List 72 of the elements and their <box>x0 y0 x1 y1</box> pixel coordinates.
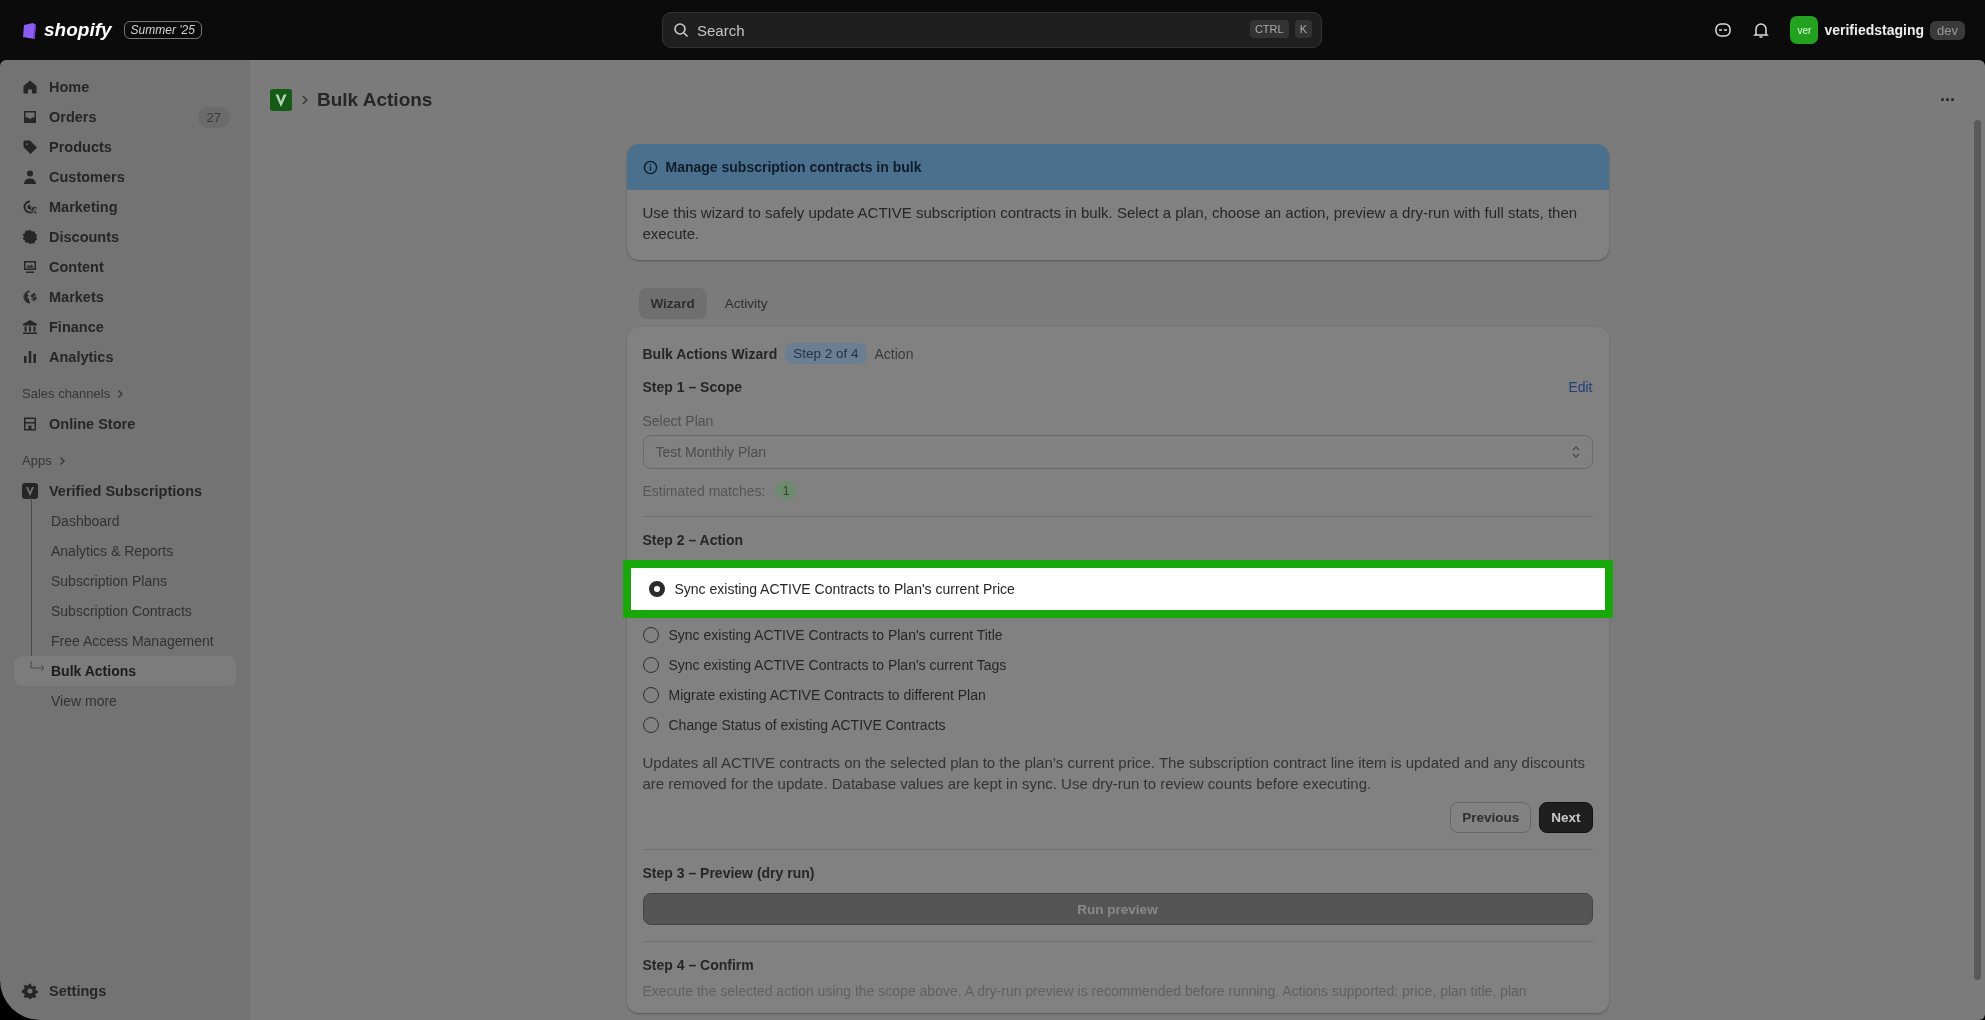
highlighted-option[interactable]: Sync existing ACTIVE Contracts to Plan's current Price <box>622 560 1613 618</box>
step-heading: Step 1 – Scope <box>642 379 743 395</box>
sidebar-subitem[interactable]: Analytics & Reports <box>14 536 236 566</box>
globe-icon <box>22 289 38 305</box>
card-title: Bulk Actions Wizard <box>642 345 778 362</box>
sidebar-item[interactable]: Markets <box>14 282 238 312</box>
previous-button[interactable]: Previous <box>1450 802 1532 833</box>
matches-count: 1 <box>775 481 797 500</box>
sidebar-subitem[interactable]: Subscription Contracts <box>14 596 236 626</box>
home-icon <box>22 79 38 95</box>
step-heading: Step 4 – Confirm <box>642 957 755 973</box>
sidebar-item[interactable]: Products <box>14 132 238 162</box>
step-name: Action <box>874 345 914 362</box>
sidebar-item[interactable]: Discounts <box>14 222 238 252</box>
store-icon <box>22 416 38 432</box>
sidebar-subitem[interactable]: View more <box>14 686 236 716</box>
tag-icon <box>22 139 38 155</box>
store-badge: dev <box>1930 20 1965 40</box>
chevron-icon <box>116 388 125 399</box>
section-heading[interactable]: Apps <box>22 453 52 468</box>
assistant-icon[interactable] <box>1714 21 1733 39</box>
more-actions-button[interactable]: ··· <box>1940 89 1955 111</box>
sidebar-item[interactable]: Analytics <box>14 342 238 372</box>
store-name[interactable]: verifiedstaging <box>1824 22 1925 38</box>
app-logo-icon <box>22 483 38 499</box>
banner-text: Use this wizard to safely update ACTIVE subscription contracts in bulk. Select a plan, choose an action, preview a dry-run with full stats, then execute. <box>641 203 1579 244</box>
store-avatar[interactable]: ver <box>1790 16 1819 44</box>
bars-icon <box>22 349 38 365</box>
step-heading: Step 2 – Action <box>642 532 745 548</box>
banner-title: Manage subscription contracts in bulk <box>665 159 922 175</box>
inbox-icon <box>22 109 38 125</box>
scrollbar[interactable] <box>1974 120 1981 980</box>
sidebar-item[interactable]: Finance <box>14 312 238 342</box>
radio-option[interactable]: Sync existing ACTIVE Contracts to Plan's current Title <box>642 620 1593 650</box>
section-heading[interactable]: Sales channels <box>22 386 111 401</box>
next-button[interactable]: Next <box>1539 802 1593 833</box>
image-icon <box>22 259 38 275</box>
shortcut-key: CTRL <box>1249 20 1289 38</box>
sidebar-item[interactable]: Marketing <box>14 192 238 222</box>
bank-icon <box>22 319 38 335</box>
sidebar-subitem[interactable]: Dashboard <box>14 506 236 536</box>
logo-text: shopify <box>44 19 112 41</box>
sidebar-item[interactable]: Online Store <box>14 409 238 439</box>
page-title: Bulk Actions <box>317 89 433 111</box>
radio-option[interactable]: Migrate existing ACTIVE Contracts to different Plan <box>642 680 1593 710</box>
chevron-icon <box>300 94 309 106</box>
tab[interactable]: Wizard <box>638 288 707 319</box>
info-icon <box>642 159 658 175</box>
sidebar-item[interactable]: Content <box>14 252 238 282</box>
sidebar-item[interactable]: Customers <box>14 162 238 192</box>
sidebar-item[interactable]: Home <box>14 72 238 102</box>
edit-link[interactable]: Edit <box>1568 379 1593 395</box>
person-icon <box>22 169 38 185</box>
radio-option[interactable]: Change Status of existing ACTIVE Contracts <box>642 710 1593 740</box>
tab[interactable]: Activity <box>712 288 780 319</box>
bell-icon[interactable] <box>1752 21 1771 39</box>
discount-icon <box>22 229 38 245</box>
app-logo-icon <box>270 89 292 111</box>
settings-icon <box>22 983 38 999</box>
search-icon <box>673 22 689 38</box>
chevron-icon <box>57 455 66 466</box>
step-heading: Step 3 – Preview (dry run) <box>642 865 816 881</box>
action-description: Updates all ACTIVE contracts on the selected plan to the plan’s current price. The subscription contract line item is updated and any discounts are removed for the update. Database values are kept in sync. Use dry-run to review counts before executing. <box>642 753 1586 794</box>
radio-button[interactable] <box>648 581 665 597</box>
sidebar-item[interactable]: Settings <box>14 976 238 1006</box>
sidebar-subitem[interactable]: Free Access Management <box>14 626 236 656</box>
edition-badge: Summer '25 <box>123 21 202 39</box>
radio-option[interactable]: Sync existing ACTIVE Contracts to Plan's current Tags <box>642 650 1593 680</box>
step-badge: Step 2 of 4 <box>785 343 867 364</box>
sidebar-item[interactable]: Verified Subscriptions <box>14 476 238 506</box>
sidebar-subitem[interactable]: Subscription Plans <box>14 566 236 596</box>
sidebar-subitem[interactable]: Bulk Actions <box>14 656 236 686</box>
